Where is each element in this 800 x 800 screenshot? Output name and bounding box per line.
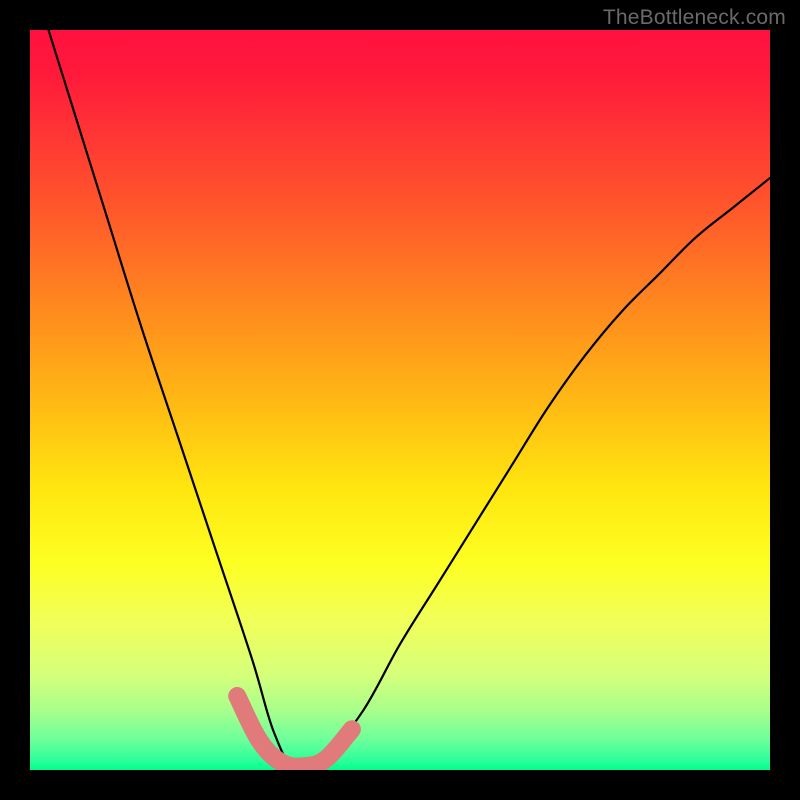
- curve-layer: [30, 30, 770, 770]
- heat-gradient-plot-area: [30, 30, 770, 770]
- watermark-text: TheBottleneck.com: [603, 6, 786, 30]
- bottleneck-curve-line: [30, 30, 770, 770]
- optimal-range-highlight: [237, 696, 352, 767]
- chart-frame: TheBottleneck.com: [0, 0, 800, 800]
